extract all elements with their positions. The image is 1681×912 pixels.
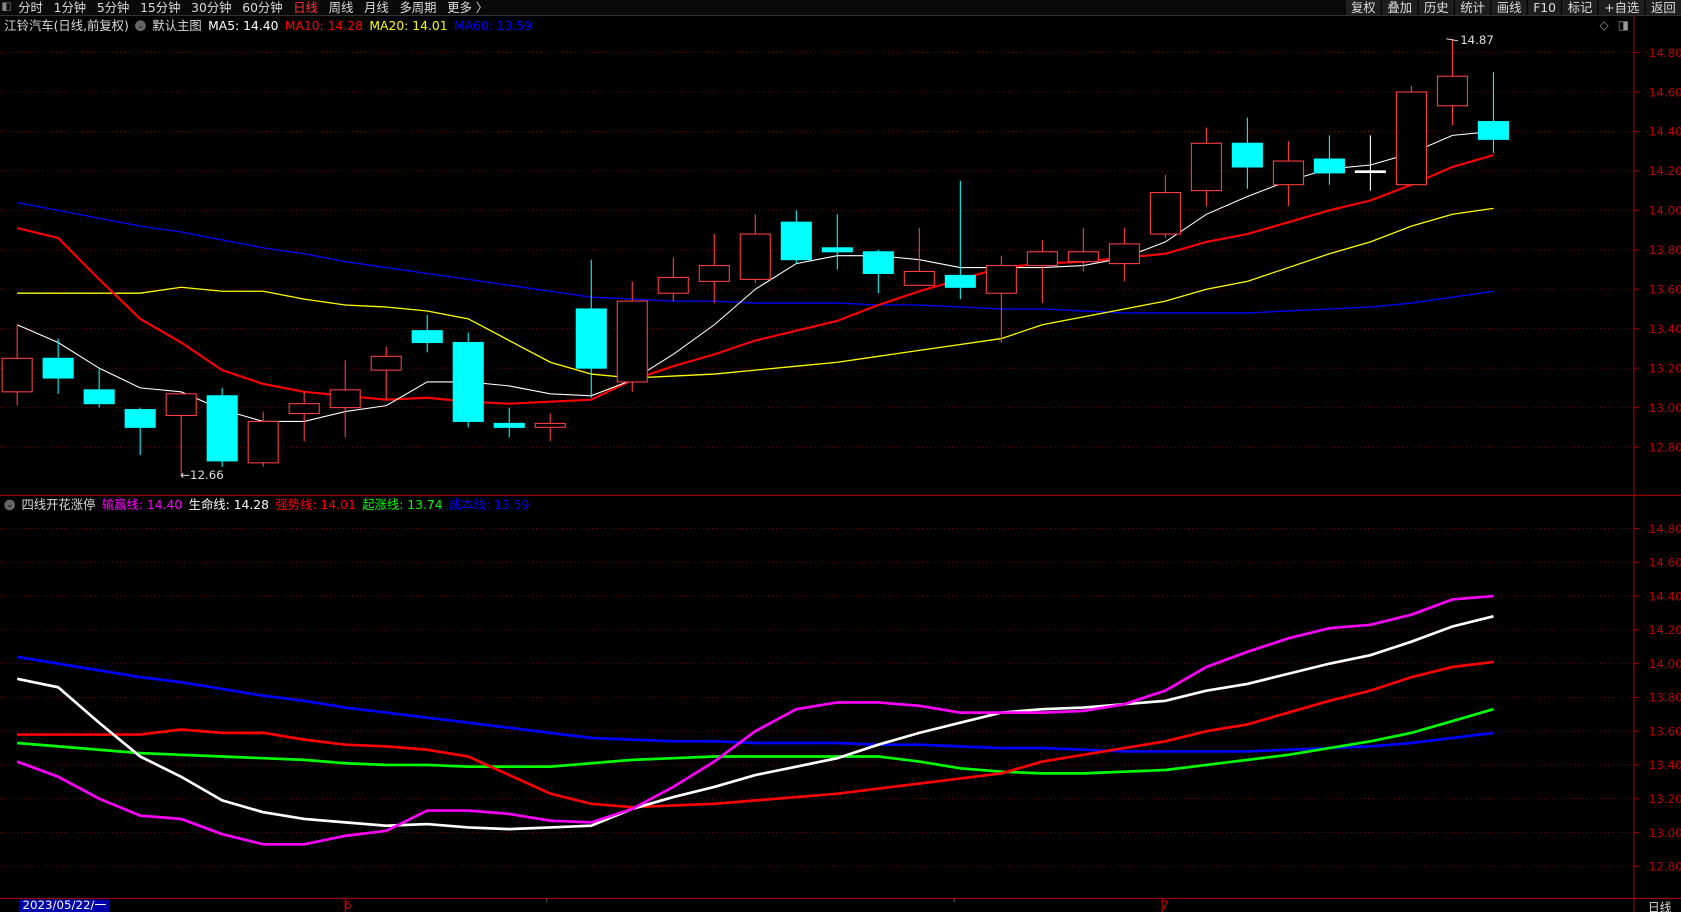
candle-body bbox=[1477, 121, 1509, 140]
price-tick-label-bottom: 14.80 bbox=[1649, 522, 1681, 536]
price-tick-label-top: 12.80 bbox=[1649, 440, 1681, 454]
cursor-date: 2023/05/22/一 bbox=[19, 899, 110, 912]
period-label[interactable]: 日线 bbox=[1648, 898, 1672, 912]
candle-body bbox=[411, 330, 443, 344]
price-tick-label-bottom: 13.80 bbox=[1649, 691, 1681, 705]
candle-body bbox=[1108, 243, 1140, 265]
candle-body bbox=[247, 420, 279, 464]
candle-body bbox=[288, 403, 320, 415]
candle-body bbox=[165, 393, 197, 417]
price-tick-label-bottom: 12.80 bbox=[1649, 860, 1681, 874]
price-tick-label-top: 14.40 bbox=[1649, 125, 1681, 139]
price-tick-label-top: 13.00 bbox=[1649, 401, 1681, 415]
price-tick-label-bottom: 14.20 bbox=[1649, 623, 1681, 637]
month-label-6: 6 bbox=[344, 898, 352, 912]
candle-body bbox=[124, 409, 156, 428]
candle-body bbox=[370, 355, 402, 371]
price-tick-label-top: 13.80 bbox=[1649, 243, 1681, 257]
candle-body bbox=[206, 395, 238, 462]
price-tick-label-bottom: 13.60 bbox=[1649, 724, 1681, 738]
month-label-7: 7 bbox=[1161, 898, 1169, 912]
candle-body bbox=[1, 357, 33, 393]
candle-body bbox=[944, 274, 976, 288]
candle-body bbox=[1149, 192, 1181, 235]
candle-body bbox=[1026, 251, 1058, 267]
candle-body bbox=[42, 357, 74, 379]
price-tick-label-bottom: 13.20 bbox=[1649, 792, 1681, 806]
kline-chart[interactable]: 14.80 14.80 14.60 14.60 14.40 14.40 14.20 14.20… bbox=[0, 0, 1681, 912]
price-tick-label-top: 13.40 bbox=[1649, 322, 1681, 336]
candle-body bbox=[1067, 251, 1099, 263]
candle-body bbox=[1354, 170, 1386, 174]
candle-body bbox=[698, 265, 730, 282]
price-tick-label-bottom: 14.40 bbox=[1649, 589, 1681, 603]
candle-body bbox=[657, 276, 689, 294]
candle-body bbox=[985, 265, 1017, 294]
shuying-line bbox=[16, 594, 1494, 846]
candle-body bbox=[1190, 142, 1222, 192]
candle-body bbox=[83, 389, 115, 405]
low-annotation: ←12.66 bbox=[180, 468, 224, 482]
candle-body bbox=[329, 389, 361, 409]
candle-body bbox=[903, 270, 935, 286]
candle-body bbox=[1313, 158, 1345, 174]
shengming-line bbox=[16, 615, 1494, 831]
price-tick-label-top: 14.00 bbox=[1649, 204, 1681, 218]
candle-body bbox=[616, 300, 648, 383]
price-tick-label-top: 13.60 bbox=[1649, 283, 1681, 297]
chengben-line bbox=[16, 655, 1494, 753]
candle-body bbox=[1231, 142, 1263, 168]
candle-body bbox=[739, 233, 771, 280]
candle-body bbox=[575, 308, 607, 369]
candle-body bbox=[452, 341, 484, 422]
candle-body bbox=[1436, 75, 1468, 107]
qiangshi-line bbox=[17, 660, 1494, 809]
price-tick-label-bottom: 13.00 bbox=[1649, 826, 1681, 840]
price-tick-label-bottom: 14.00 bbox=[1649, 657, 1681, 671]
stock-chart-window: ◧ 分时 1分钟 5分钟 15分钟 30分钟 60分钟 日线 周线 月线 多周期 更多 〉 复权 叠加… bbox=[0, 0, 1681, 912]
price-tick-label-bottom: 14.60 bbox=[1649, 556, 1681, 570]
price-tick-label-top: 13.20 bbox=[1649, 361, 1681, 375]
high-annotation: 14.87 bbox=[1460, 33, 1494, 47]
price-tick-label-top: 14.60 bbox=[1649, 85, 1681, 99]
candle-body bbox=[821, 247, 853, 253]
candle-body bbox=[493, 422, 525, 428]
price-tick-label-top: 14.80 bbox=[1649, 46, 1681, 60]
candle-body bbox=[862, 251, 894, 275]
price-tick-label-bottom: 13.40 bbox=[1649, 758, 1681, 772]
price-tick-label-top: 14.20 bbox=[1649, 164, 1681, 178]
candle-body bbox=[780, 221, 812, 261]
candle-body bbox=[1272, 160, 1304, 186]
candle-body bbox=[1395, 91, 1427, 186]
qizhang-line bbox=[17, 707, 1494, 775]
candle-body bbox=[534, 422, 566, 428]
